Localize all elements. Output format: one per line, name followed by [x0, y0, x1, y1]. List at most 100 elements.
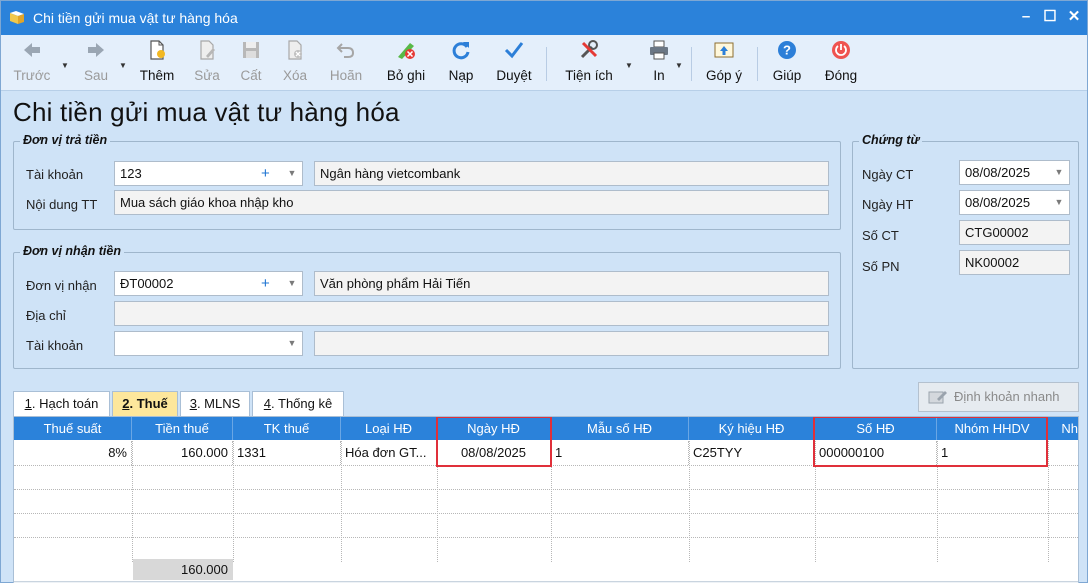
toolbar-separator — [757, 47, 758, 81]
save-button[interactable]: Cất — [233, 39, 269, 89]
posting-date-value: 08/08/2025 — [965, 195, 1031, 210]
quick-entry-button[interactable]: Định khoản nhanh — [918, 382, 1079, 412]
chevron-down-icon[interactable]: ▼ — [283, 332, 301, 355]
next-button[interactable]: Sau ▼ — [75, 39, 127, 89]
voucher-number-field[interactable]: CTG00002 — [959, 220, 1070, 245]
payee-unit-label: Đơn vị nhận — [26, 278, 97, 293]
payee-account-name-field[interactable] — [314, 331, 829, 356]
highlight-invoice-number-group — [813, 417, 1048, 467]
minimize-button[interactable]: – — [1013, 5, 1039, 29]
close-button[interactable]: Đóng — [819, 39, 863, 89]
row-divider — [14, 513, 1078, 514]
posting-date-picker[interactable]: 08/08/2025 ▼ — [959, 190, 1070, 215]
column-divider — [689, 441, 690, 562]
column-header[interactable]: Ký hiệu HĐ — [689, 417, 815, 440]
payee-account-label: Tài khoản — [26, 338, 84, 353]
payee-unit-value: ĐT00002 — [120, 276, 174, 291]
tax-account-cell[interactable]: 1331 — [233, 441, 341, 465]
utilities-button[interactable]: Tiện ích ▼ — [559, 39, 633, 89]
column-divider — [341, 441, 342, 562]
chevron-down-icon: ▼ — [61, 61, 69, 70]
add-button[interactable]: Thêm — [135, 39, 179, 89]
print-button[interactable]: In ▼ — [645, 39, 683, 89]
save-icon — [243, 42, 259, 58]
extra-cell[interactable] — [1048, 441, 1078, 465]
close-window-button[interactable]: ✕ — [1061, 5, 1087, 29]
column-header[interactable]: Loại HĐ — [341, 417, 437, 440]
receipt-number-field[interactable]: NK00002 — [959, 250, 1070, 275]
voucher-number-label: Số CT — [862, 228, 899, 243]
voucher-date-picker[interactable]: 08/08/2025 ▼ — [959, 160, 1070, 185]
help-button[interactable]: ? Giúp — [769, 39, 805, 89]
column-header[interactable]: Tiền thuế — [132, 417, 233, 440]
payer-group-title: Đơn vị trả tiền — [20, 133, 111, 147]
voucher-group-title: Chứng từ — [859, 133, 923, 147]
help-icon: ? — [778, 41, 796, 59]
tab-accounting[interactable]: 1. Hạch toán — [13, 391, 110, 416]
title-bar: Chi tiền gửi mua vật tư hàng hóa – ☐ ✕ — [1, 1, 1087, 35]
column-header[interactable]: Thuế suất — [14, 417, 132, 440]
edit-button[interactable]: Sửa — [189, 39, 225, 89]
highlight-invoice-date — [436, 417, 552, 467]
tax-rate-cell[interactable]: 8% — [14, 441, 132, 465]
svg-text:?: ? — [783, 43, 791, 58]
app-icon — [10, 11, 24, 24]
payee-unit-combo[interactable]: ĐT00002 + ▼ — [114, 271, 303, 296]
feedback-button[interactable]: Góp ý — [701, 39, 747, 89]
payment-content-field[interactable]: Mua sách giáo khoa nhập kho — [114, 190, 829, 215]
address-field[interactable] — [114, 301, 829, 326]
tab-tax[interactable]: 2. Thuế — [112, 391, 178, 416]
column-header[interactable]: Nh — [1048, 417, 1078, 440]
payer-bank-name-field[interactable]: Ngân hàng vietcombank — [314, 161, 829, 186]
maximize-button[interactable]: ☐ — [1037, 5, 1063, 29]
column-header[interactable]: TK thuế — [233, 417, 341, 440]
chevron-down-icon: ▼ — [119, 61, 127, 70]
voucher-date-value: 08/08/2025 — [965, 165, 1031, 180]
total-tax-amount: 160.000 — [133, 559, 233, 580]
column-header[interactable]: Mẫu số HĐ — [551, 417, 689, 440]
unpost-icon — [398, 43, 415, 59]
postpone-button[interactable]: Hoãn — [323, 39, 369, 89]
chevron-down-icon[interactable]: ▼ — [283, 162, 301, 185]
voucher-date-label: Ngày CT — [862, 167, 914, 182]
tab-statistics[interactable]: 4. Thống kê — [252, 391, 344, 416]
payee-account-combo[interactable]: ▼ — [114, 331, 303, 356]
feedback-icon — [714, 42, 734, 58]
app-window: Chi tiền gửi mua vật tư hàng hóa – ☐ ✕ T… — [0, 0, 1088, 583]
payer-account-combo[interactable]: 123 + ▼ — [114, 161, 303, 186]
payer-account-value: 123 — [120, 166, 142, 181]
prev-button[interactable]: Trước ▼ — [11, 39, 69, 89]
tools-icon — [580, 40, 598, 59]
refresh-icon — [452, 42, 470, 60]
chevron-down-icon: ▼ — [675, 61, 683, 70]
printer-icon — [650, 40, 668, 60]
payer-account-label: Tài khoản — [26, 167, 84, 182]
reload-button[interactable]: Nạp — [443, 39, 479, 89]
unpost-button[interactable]: Bỏ ghi — [382, 39, 430, 89]
payee-unit-name-field[interactable]: Văn phòng phẩm Hải Tiến — [314, 271, 829, 296]
window-title: Chi tiền gửi mua vật tư hàng hóa — [33, 10, 238, 26]
invoice-form-cell[interactable]: 1 — [551, 441, 689, 465]
row-divider — [14, 537, 1078, 538]
chevron-down-icon[interactable]: ▼ — [1050, 191, 1068, 214]
invoice-type-cell[interactable]: Hóa đơn GT... — [341, 441, 437, 465]
tab-mlns[interactable]: 3. MLNS — [180, 391, 250, 416]
toolbar-separator — [546, 47, 547, 81]
plus-icon[interactable]: + — [261, 165, 270, 182]
approve-button[interactable]: Duyệt — [492, 39, 536, 89]
tax-grid: Thuế suất Tiền thuế TK thuế Loại HĐ Ngày… — [13, 416, 1079, 583]
row-divider — [14, 489, 1078, 490]
chevron-down-icon: ▼ — [625, 61, 633, 70]
tax-amount-cell[interactable]: 160.000 — [132, 441, 233, 465]
column-divider — [132, 441, 133, 562]
column-divider — [1048, 441, 1049, 562]
invoice-symbol-cell[interactable]: C25TYY — [689, 441, 815, 465]
chevron-down-icon[interactable]: ▼ — [1050, 161, 1068, 184]
delete-button[interactable]: Xóa — [277, 39, 313, 89]
chevron-down-icon[interactable]: ▼ — [283, 272, 301, 295]
delete-doc-icon — [288, 40, 302, 60]
undo-icon — [336, 43, 355, 58]
plus-icon[interactable]: + — [261, 275, 270, 292]
new-doc-icon — [150, 40, 165, 60]
payee-group-title: Đơn vị nhận tiền — [20, 244, 124, 258]
